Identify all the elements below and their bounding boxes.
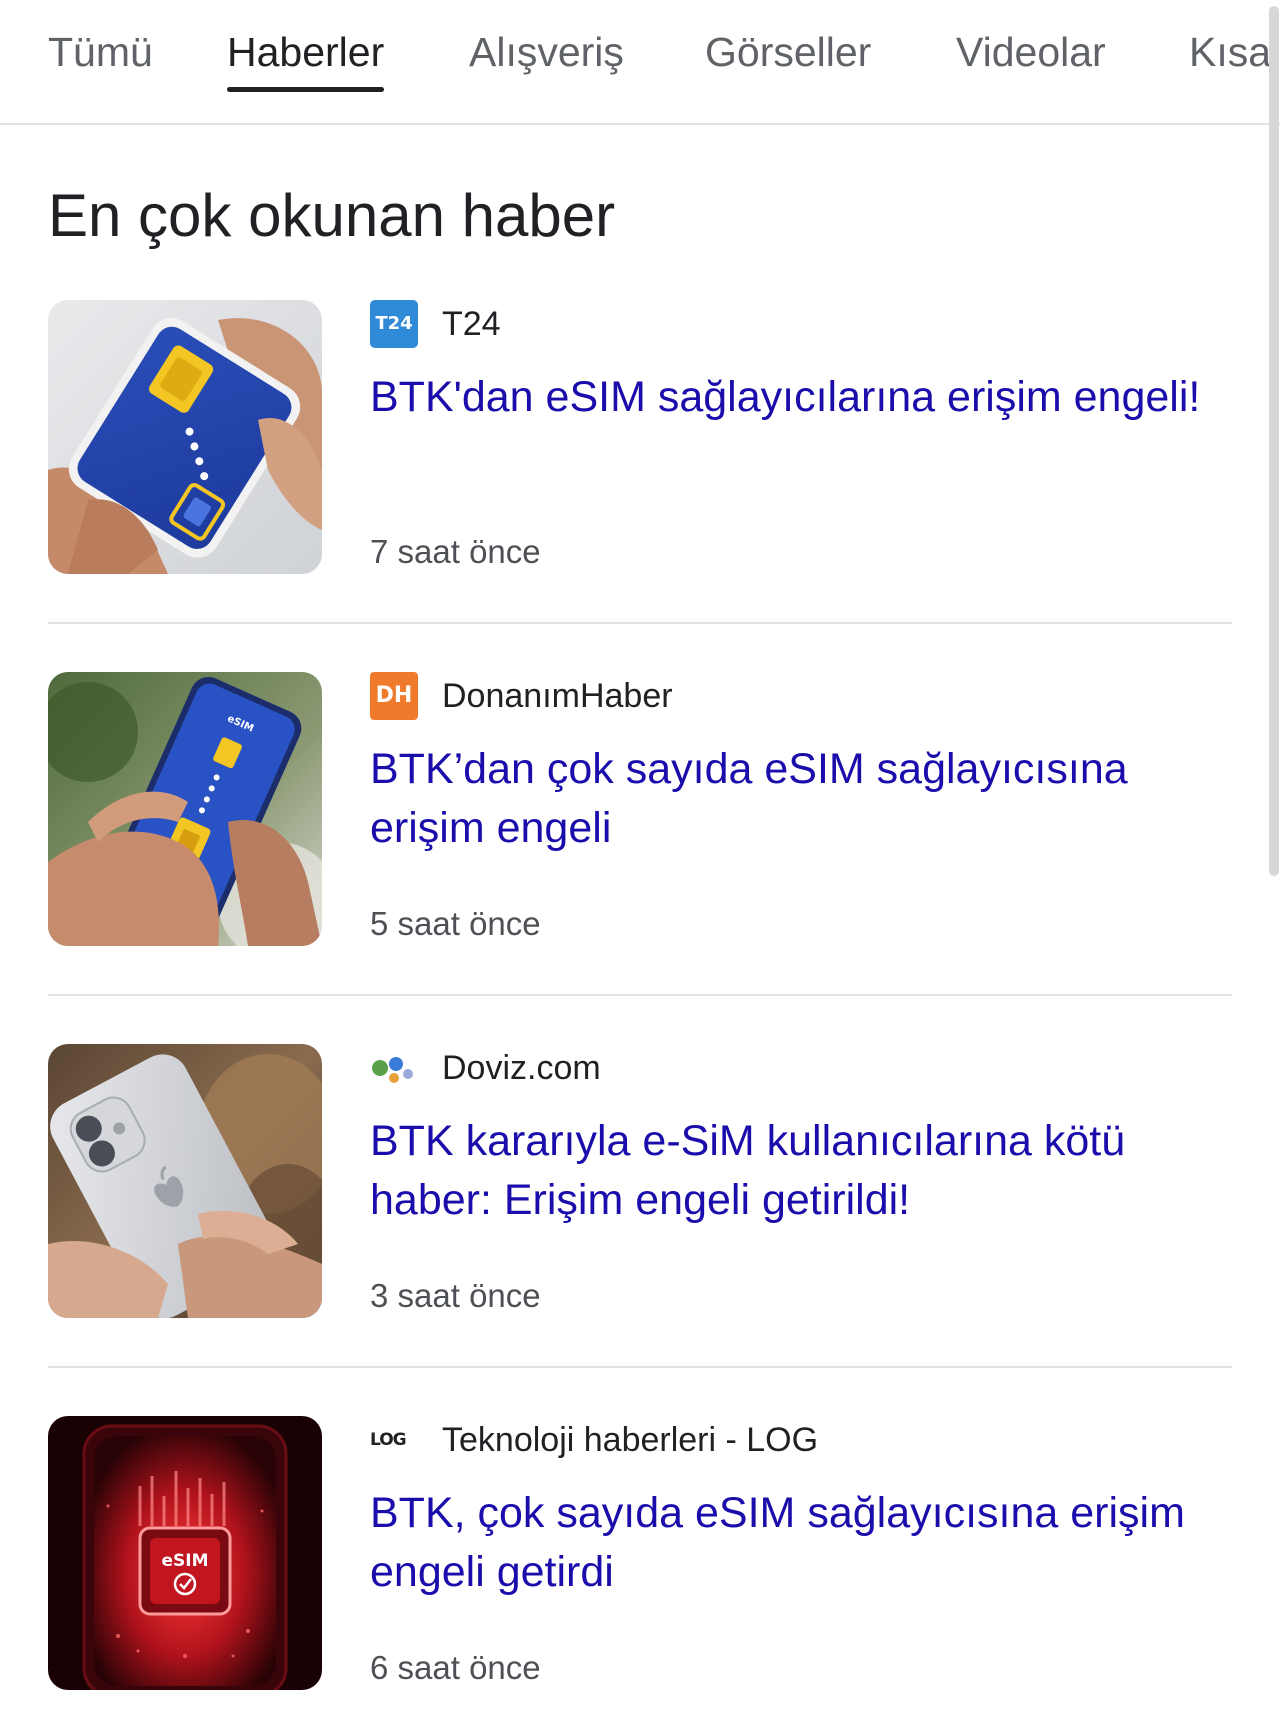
tab-label: Videolar (956, 29, 1106, 75)
donanimhaber-logo: DH (370, 672, 418, 720)
source-name: T24 (442, 305, 501, 343)
source-name: DonanımHaber (442, 677, 673, 715)
tab-label: Kısa (1189, 29, 1272, 75)
news-source[interactable]: Doviz.com (370, 1044, 601, 1092)
news-headline[interactable]: BTK, çok sayıda eSIM sağlayıcısına erişi… (370, 1484, 1220, 1602)
scrollbar-thumb[interactable] (1269, 6, 1279, 876)
news-item[interactable]: eSIM DH DonanımHaber BTK’dan çok sayıda … (48, 672, 1232, 948)
news-thumbnail[interactable]: eSIM (48, 672, 322, 946)
news-time: 3 saat önce (370, 1277, 541, 1314)
news-item[interactable]: Doviz.com BTK kararıyla e-SiM kullanıcıl… (48, 1044, 1232, 1320)
news-source[interactable]: T24 T24 (370, 300, 501, 348)
news-time: 7 saat önce (370, 533, 541, 570)
tab-images[interactable]: Görseller (705, 24, 871, 80)
tab-bar: Tümü Haberler Alışveriş Görseller Videol… (0, 0, 1280, 125)
tab-label: Haberler (227, 29, 385, 75)
tab-label: Görseller (705, 29, 872, 75)
news-headline[interactable]: BTK kararıyla e-SiM kullanıcılarına kötü… (370, 1112, 1220, 1230)
hands-holding-iphone (48, 1044, 322, 1318)
news-time: 6 saat önce (370, 1649, 541, 1686)
section-title: En çok okunan haber (48, 182, 616, 249)
source-name: Teknoloji haberleri - LOG (442, 1421, 819, 1459)
news-thumbnail[interactable]: eSIM (48, 1416, 322, 1690)
source-name: Doviz.com (442, 1049, 601, 1087)
red-esim-chip-on-phone: eSIM (48, 1416, 322, 1690)
log-logo: LOG (370, 1430, 407, 1450)
doviz-logo (370, 1044, 418, 1092)
tab-label: Tümü (48, 29, 153, 75)
news-thumbnail[interactable] (48, 300, 322, 574)
divider (48, 994, 1232, 996)
hand-holding-phone-esim-transfer: eSIM (48, 672, 322, 946)
divider (48, 622, 1232, 624)
active-tab-indicator (227, 87, 385, 92)
news-item[interactable]: eSIM LOG Teknoloji haberleri - LOG BTK, … (48, 1416, 1232, 1692)
news-time: 5 saat önce (370, 905, 541, 942)
tab-news[interactable]: Haberler (227, 24, 385, 92)
scrollbar[interactable] (1268, 0, 1280, 1731)
tab-shopping[interactable]: Alışveriş (469, 24, 624, 80)
tab-short-videos[interactable]: Kısa (1189, 24, 1271, 80)
t24-logo: T24 (370, 300, 418, 348)
news-headline[interactable]: BTK’dan çok sayıda eSIM sağlayıcısına er… (370, 740, 1220, 858)
tab-label: Alışveriş (469, 29, 624, 75)
divider (48, 1366, 1232, 1368)
news-item[interactable]: T24 T24 BTK'dan eSIM sağlayıcılarına eri… (48, 300, 1232, 576)
tab-all[interactable]: Tümü (48, 24, 153, 80)
news-thumbnail[interactable] (48, 1044, 322, 1318)
tab-videos[interactable]: Videolar (956, 24, 1106, 80)
svg-text:eSIM: eSIM (161, 1551, 208, 1571)
news-source[interactable]: LOG Teknoloji haberleri - LOG (370, 1416, 818, 1464)
news-source[interactable]: DH DonanımHaber (370, 672, 673, 720)
hands-holding-phone-esim-icon (48, 300, 322, 574)
news-headline[interactable]: BTK'dan eSIM sağlayıcılarına erişim enge… (370, 368, 1220, 427)
